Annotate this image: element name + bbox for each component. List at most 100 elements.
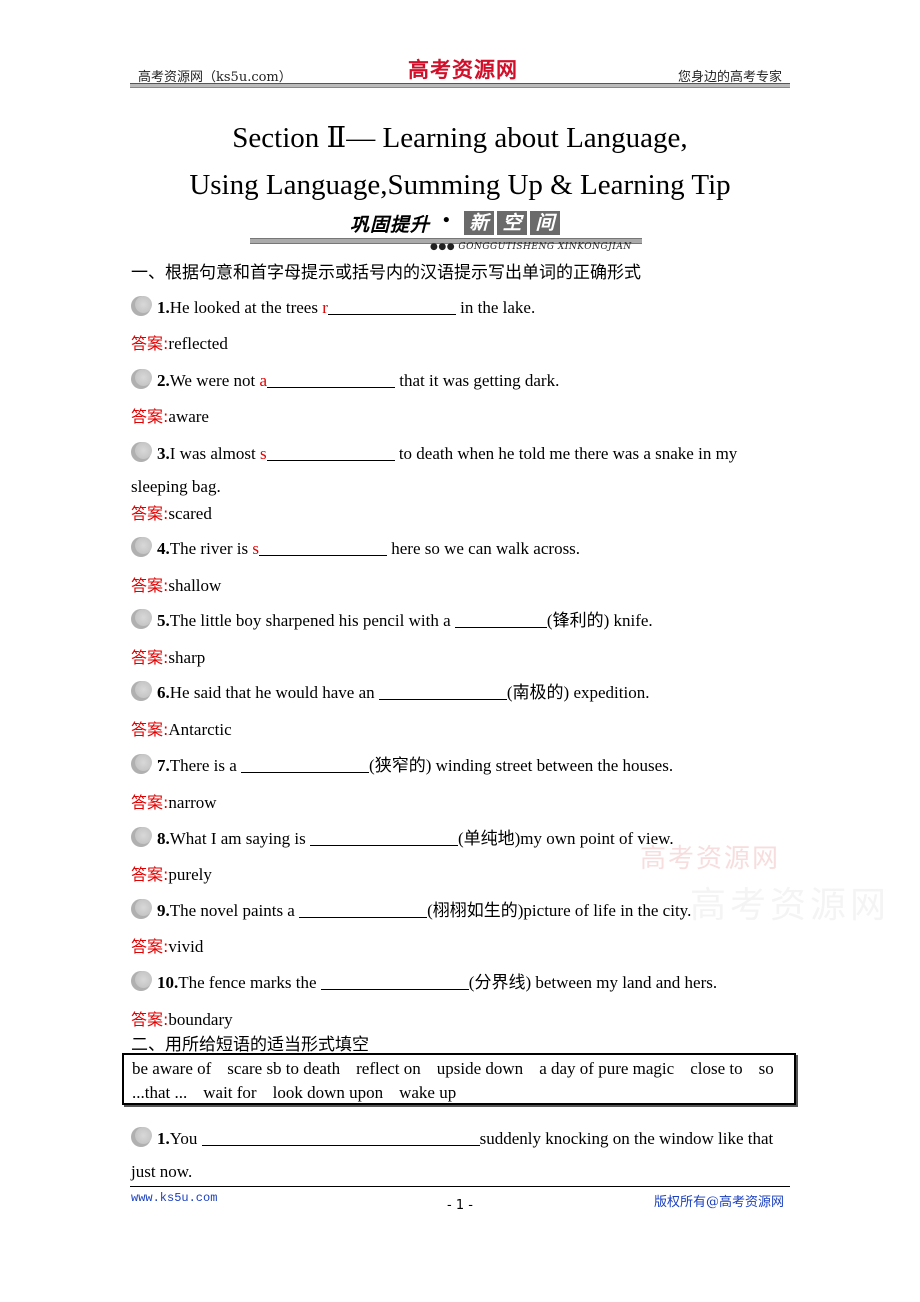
watermark: 高考资源网 [640, 844, 781, 874]
answer-label: 答案: [131, 865, 169, 884]
answer-text: sharp [168, 648, 206, 667]
bullet-icon [131, 971, 153, 991]
banner-box: 间 [530, 211, 560, 235]
question-text: We were not [169, 371, 260, 390]
question-number: 3. [157, 444, 170, 463]
page-title-line-2: Using Language,Summing Up & Learning Tip [189, 169, 731, 201]
banner-title: 巩固提升 [350, 214, 431, 236]
answer-blank[interactable] [266, 443, 395, 461]
question-item: 2.We were not a that it was getting dark… [131, 365, 791, 397]
answer-label: 答案: [131, 720, 169, 739]
hint-letter: s [252, 539, 259, 558]
answer-blank[interactable] [267, 370, 396, 388]
footer-copyright: 版权所有@高考资源网 [653, 1195, 784, 1210]
question-text: here so we can walk across. [386, 539, 581, 558]
section-banner: 巩固提升 • 新 空 间 ●●● GONGGUTISHENG XINKONGJI… [250, 208, 642, 254]
header-divider [130, 83, 790, 88]
answer-line: 答案:reflected [131, 330, 228, 354]
question-text: The river is [169, 539, 253, 558]
banner-box: 新 [464, 211, 494, 235]
phrase: a day of pure magic [539, 1059, 675, 1078]
answer-blank[interactable] [320, 972, 469, 990]
question-text: The little boy sharpened his pencil with… [169, 611, 455, 630]
question-item: 6.He said that he would have an (南极的) ex… [131, 677, 791, 709]
hint-letter: a [259, 371, 268, 390]
answer-label: 答案: [131, 648, 169, 667]
answer-blank[interactable] [201, 1128, 480, 1146]
question-text: in the lake. [455, 298, 536, 317]
question-text: that it was getting dark. [395, 371, 560, 390]
answer-text: shallow [168, 576, 222, 595]
answer-blank[interactable] [258, 538, 387, 556]
question-text: (锋利的) knife. [546, 611, 653, 630]
question-number: 4. [157, 539, 170, 558]
question-number: 6. [157, 683, 170, 702]
page-title-line-1: Section Ⅱ— Learning about Language, [232, 122, 688, 154]
header-logo: 高考资源网 [408, 57, 518, 82]
bullet-icon [131, 899, 153, 919]
question-item: 1.You suddenly knocking on the window li… [131, 1122, 791, 1188]
answer-label: 答案: [131, 576, 169, 595]
answer-text: scared [168, 504, 212, 523]
question-number: 10. [157, 973, 179, 992]
answer-blank[interactable] [327, 297, 456, 315]
answer-line: 答案:scared [131, 500, 212, 524]
question-text: You [169, 1129, 202, 1148]
question-text: He looked at the trees [169, 298, 323, 317]
answer-blank[interactable] [309, 828, 458, 846]
banner-subtitle: ●●● GONGGUTISHENG XINKONGJIAN [430, 242, 632, 252]
watermark: 高考资源网 [690, 885, 891, 926]
phrase: wait for [203, 1083, 257, 1102]
question-number: 1. [157, 1129, 170, 1148]
bullet-icon [131, 442, 153, 462]
answer-blank[interactable] [299, 900, 428, 918]
question-item: 4.The river is s here so we can walk acr… [131, 533, 791, 565]
answer-label: 答案: [131, 1010, 169, 1029]
phrase: look down upon [272, 1083, 384, 1102]
bullet-icon [131, 369, 153, 389]
hint-letter: s [259, 444, 267, 463]
answer-blank[interactable] [454, 610, 547, 628]
question-item: 7.There is a (狭窄的) winding street betwee… [131, 750, 791, 782]
bullet-icon [131, 1127, 153, 1147]
question-number: 8. [157, 829, 170, 848]
bullet-icon [131, 296, 153, 316]
answer-blank[interactable] [241, 755, 370, 773]
banner-dot: • [443, 210, 450, 231]
answer-text: Antarctic [168, 720, 232, 739]
answer-text: aware [168, 407, 209, 426]
answer-line: 答案:boundary [131, 1006, 233, 1030]
question-text: (栩栩如生的)picture of life in the city. [427, 901, 692, 920]
section-1-heading: 一、根据句意和首字母提示或括号内的汉语提示写出单词的正确形式 [131, 263, 641, 283]
answer-line: 答案:shallow [131, 572, 221, 596]
question-number: 5. [157, 611, 170, 630]
question-text: The fence marks the [178, 973, 321, 992]
answer-text: boundary [168, 1010, 233, 1029]
answer-label: 答案: [131, 407, 169, 426]
question-text: (分界线) between my land and hers. [468, 973, 718, 992]
answer-line: 答案:aware [131, 403, 209, 427]
section-2-heading: 二、用所给短语的适当形式填空 [131, 1035, 369, 1055]
phrase-bank: be aware of scare sb to death reflect on up… [122, 1053, 796, 1105]
answer-text: vivid [168, 937, 204, 956]
answer-line: 答案:sharp [131, 644, 205, 668]
answer-label: 答案: [131, 504, 169, 523]
answer-blank[interactable] [378, 682, 507, 700]
bullet-icon [131, 754, 153, 774]
answer-line: 答案:narrow [131, 789, 217, 813]
answer-text: narrow [168, 793, 217, 812]
question-item: 5.The little boy sharpened his pencil wi… [131, 605, 791, 637]
question-number: 7. [157, 756, 170, 775]
banner-boxes: 新 空 间 [464, 211, 560, 235]
question-text: (南极的) expedition. [506, 683, 650, 702]
answer-line: 答案:vivid [131, 933, 203, 957]
bullet-icon [131, 609, 153, 629]
page-header: 高考资源网（ks5u.com） 高考资源网 您身边的高考专家 [130, 52, 790, 88]
answer-text: reflected [168, 334, 228, 353]
answer-label: 答案: [131, 334, 169, 353]
question-number: 2. [157, 371, 170, 390]
phrase: upside down [436, 1059, 524, 1078]
phrase: reflect on [356, 1059, 421, 1078]
bullet-icon [131, 681, 153, 701]
question-text: I was almost [169, 444, 260, 463]
